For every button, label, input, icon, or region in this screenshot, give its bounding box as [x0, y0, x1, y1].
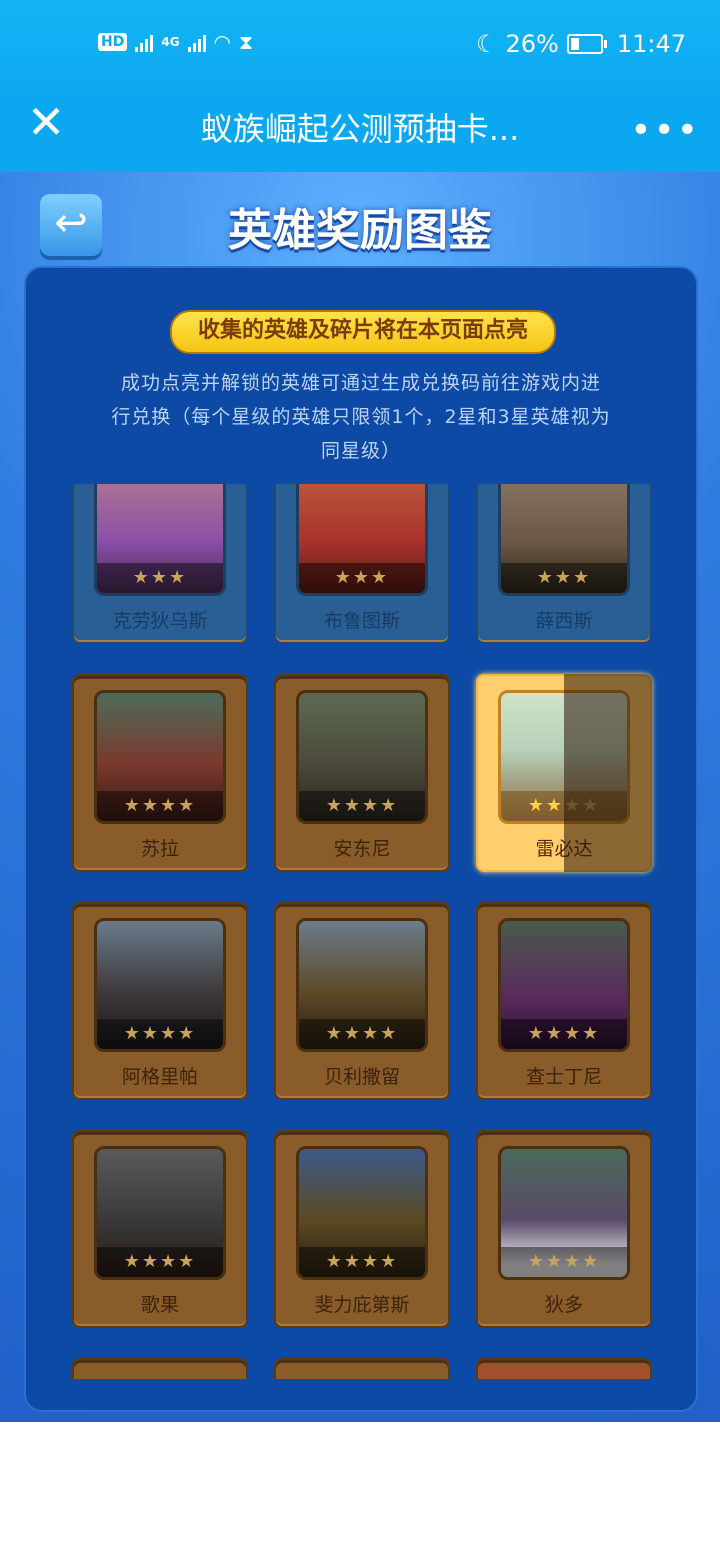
- wifi-icon: ◠: [213, 30, 231, 54]
- hero-card[interactable]: ★★★ 克劳狄乌斯: [72, 484, 248, 644]
- status-right: ☾ 26% 11:47: [476, 30, 686, 58]
- blank-area: [0, 1422, 720, 1560]
- hero-card[interactable]: ★★★★ 查士丁尼: [476, 902, 652, 1100]
- hero-name: 贝利撒留: [323, 1066, 400, 1088]
- hero-card[interactable]: ★★★★ 安东尼: [274, 674, 450, 872]
- hero-card[interactable]: ★★★★ 狄多: [476, 1130, 652, 1328]
- hero-name: 克劳狄乌斯: [112, 610, 208, 632]
- star-rating: ★★★★: [501, 1247, 627, 1277]
- star-rating: ★★★: [97, 563, 223, 593]
- hero-portrait: ★★★★: [296, 1146, 428, 1280]
- hero-card[interactable]: ★★★★ 苏拉: [72, 674, 248, 872]
- hero-name: 薛西斯: [535, 610, 593, 632]
- star-lit: ★★: [527, 795, 564, 816]
- star-rating: ★★★★: [97, 791, 223, 821]
- battery-icon: [566, 34, 607, 54]
- hero-card[interactable]: [476, 1358, 652, 1379]
- star-rating: ★★★★: [299, 1019, 425, 1049]
- signal-icon-2: [187, 32, 206, 52]
- close-icon[interactable]: ✕: [26, 99, 66, 145]
- hero-name: 苏拉: [140, 838, 179, 860]
- hero-card[interactable]: ★★★★ 斐力庇第斯: [274, 1130, 450, 1328]
- hero-portrait: ★★★: [296, 484, 428, 596]
- hero-grid[interactable]: ★★★ 克劳狄乌斯 ★★★ 布鲁图斯 ★★★ 薛西斯 ★★★★ 苏拉 ★★★★ …: [26, 484, 696, 1379]
- nav-bar: ✕ 蚁族崛起公测预抽卡... •••: [0, 90, 720, 172]
- star-rating: ★★★★: [299, 791, 425, 821]
- hero-card[interactable]: ★★★★ 歌果: [72, 1130, 248, 1328]
- description: 成功点亮并解锁的英雄可通过生成兑换码前往游戏内进 行兑换（每个星级的英雄只限领1…: [96, 366, 626, 468]
- hero-card[interactable]: ★★★★ 阿格里帕: [72, 902, 248, 1100]
- network-label: 4G: [161, 35, 180, 49]
- desc-line-2: 行兑换（每个星级的英雄只限领1个，2星和3星英雄视为: [111, 406, 611, 428]
- hero-name: 狄多: [544, 1294, 583, 1316]
- star-rating: ★★★: [299, 563, 425, 593]
- game-title: 英雄奖励图鉴: [228, 205, 492, 256]
- hd-badge: HD: [98, 33, 128, 51]
- desc-line-1: 成功点亮并解锁的英雄可通过生成兑换码前往游戏内进: [120, 372, 601, 394]
- hero-name: 查士丁尼: [525, 1066, 602, 1088]
- status-left: HD 4G ◠ ⧗: [98, 30, 253, 54]
- hero-name: 斐力庇第斯: [314, 1294, 410, 1316]
- hero-card[interactable]: ★★★★ 贝利撒留: [274, 902, 450, 1100]
- game-view: ↩ 英雄奖励图鉴 收集的英雄及碎片将在本页面点亮 成功点亮并解锁的英雄可通过生成…: [0, 172, 720, 1422]
- hero-portrait: ★★★★: [94, 690, 226, 824]
- hero-card-selected[interactable]: ★★★★ 雷必达: [476, 674, 652, 872]
- battery-percent: 26%: [505, 30, 559, 58]
- hero-name: 歌果: [140, 1294, 179, 1316]
- page-title: 蚁族崛起公测预抽卡...: [200, 110, 520, 148]
- hero-portrait: ★★★: [94, 484, 226, 596]
- star-rating: ★★★: [501, 563, 627, 593]
- hero-card[interactable]: [274, 1358, 450, 1379]
- unlock-shade: [564, 674, 652, 872]
- hero-card[interactable]: ★★★ 布鲁图斯: [274, 484, 450, 644]
- hero-portrait: ★★★★: [296, 918, 428, 1052]
- star-rating: ★★★★: [97, 1019, 223, 1049]
- hero-card[interactable]: [72, 1358, 248, 1379]
- star-rating: ★★★★: [501, 1019, 627, 1049]
- hero-portrait: ★★★★: [498, 918, 630, 1052]
- hero-portrait: ★★★★: [94, 918, 226, 1052]
- clock: 11:47: [616, 30, 686, 58]
- signal-icon: [135, 32, 154, 52]
- hero-name: 布鲁图斯: [323, 610, 400, 632]
- hero-name: 阿格里帕: [121, 1066, 198, 1088]
- status-bar: HD 4G ◠ ⧗ ☾ 26% 11:47: [0, 0, 720, 90]
- moon-icon: ☾: [475, 30, 498, 58]
- more-icon[interactable]: •••: [630, 110, 700, 151]
- banner-ribbon: 收集的英雄及碎片将在本页面点亮: [170, 310, 556, 354]
- hero-collection-panel: 收集的英雄及碎片将在本页面点亮 成功点亮并解锁的英雄可通过生成兑换码前往游戏内进…: [24, 266, 698, 1412]
- star-rating: ★★★★: [299, 1247, 425, 1277]
- hero-portrait: ★★★★: [498, 1146, 630, 1280]
- hero-portrait: ★★★★: [296, 690, 428, 824]
- hero-card[interactable]: ★★★ 薛西斯: [476, 484, 652, 644]
- hero-name: 安东尼: [333, 838, 391, 860]
- desc-line-3: 同星级）: [320, 440, 401, 462]
- hero-portrait: ★★★: [498, 484, 630, 596]
- hourglass-icon: ⧗: [239, 30, 254, 54]
- hero-portrait: ★★★★: [94, 1146, 226, 1280]
- star-rating: ★★★★: [97, 1247, 223, 1277]
